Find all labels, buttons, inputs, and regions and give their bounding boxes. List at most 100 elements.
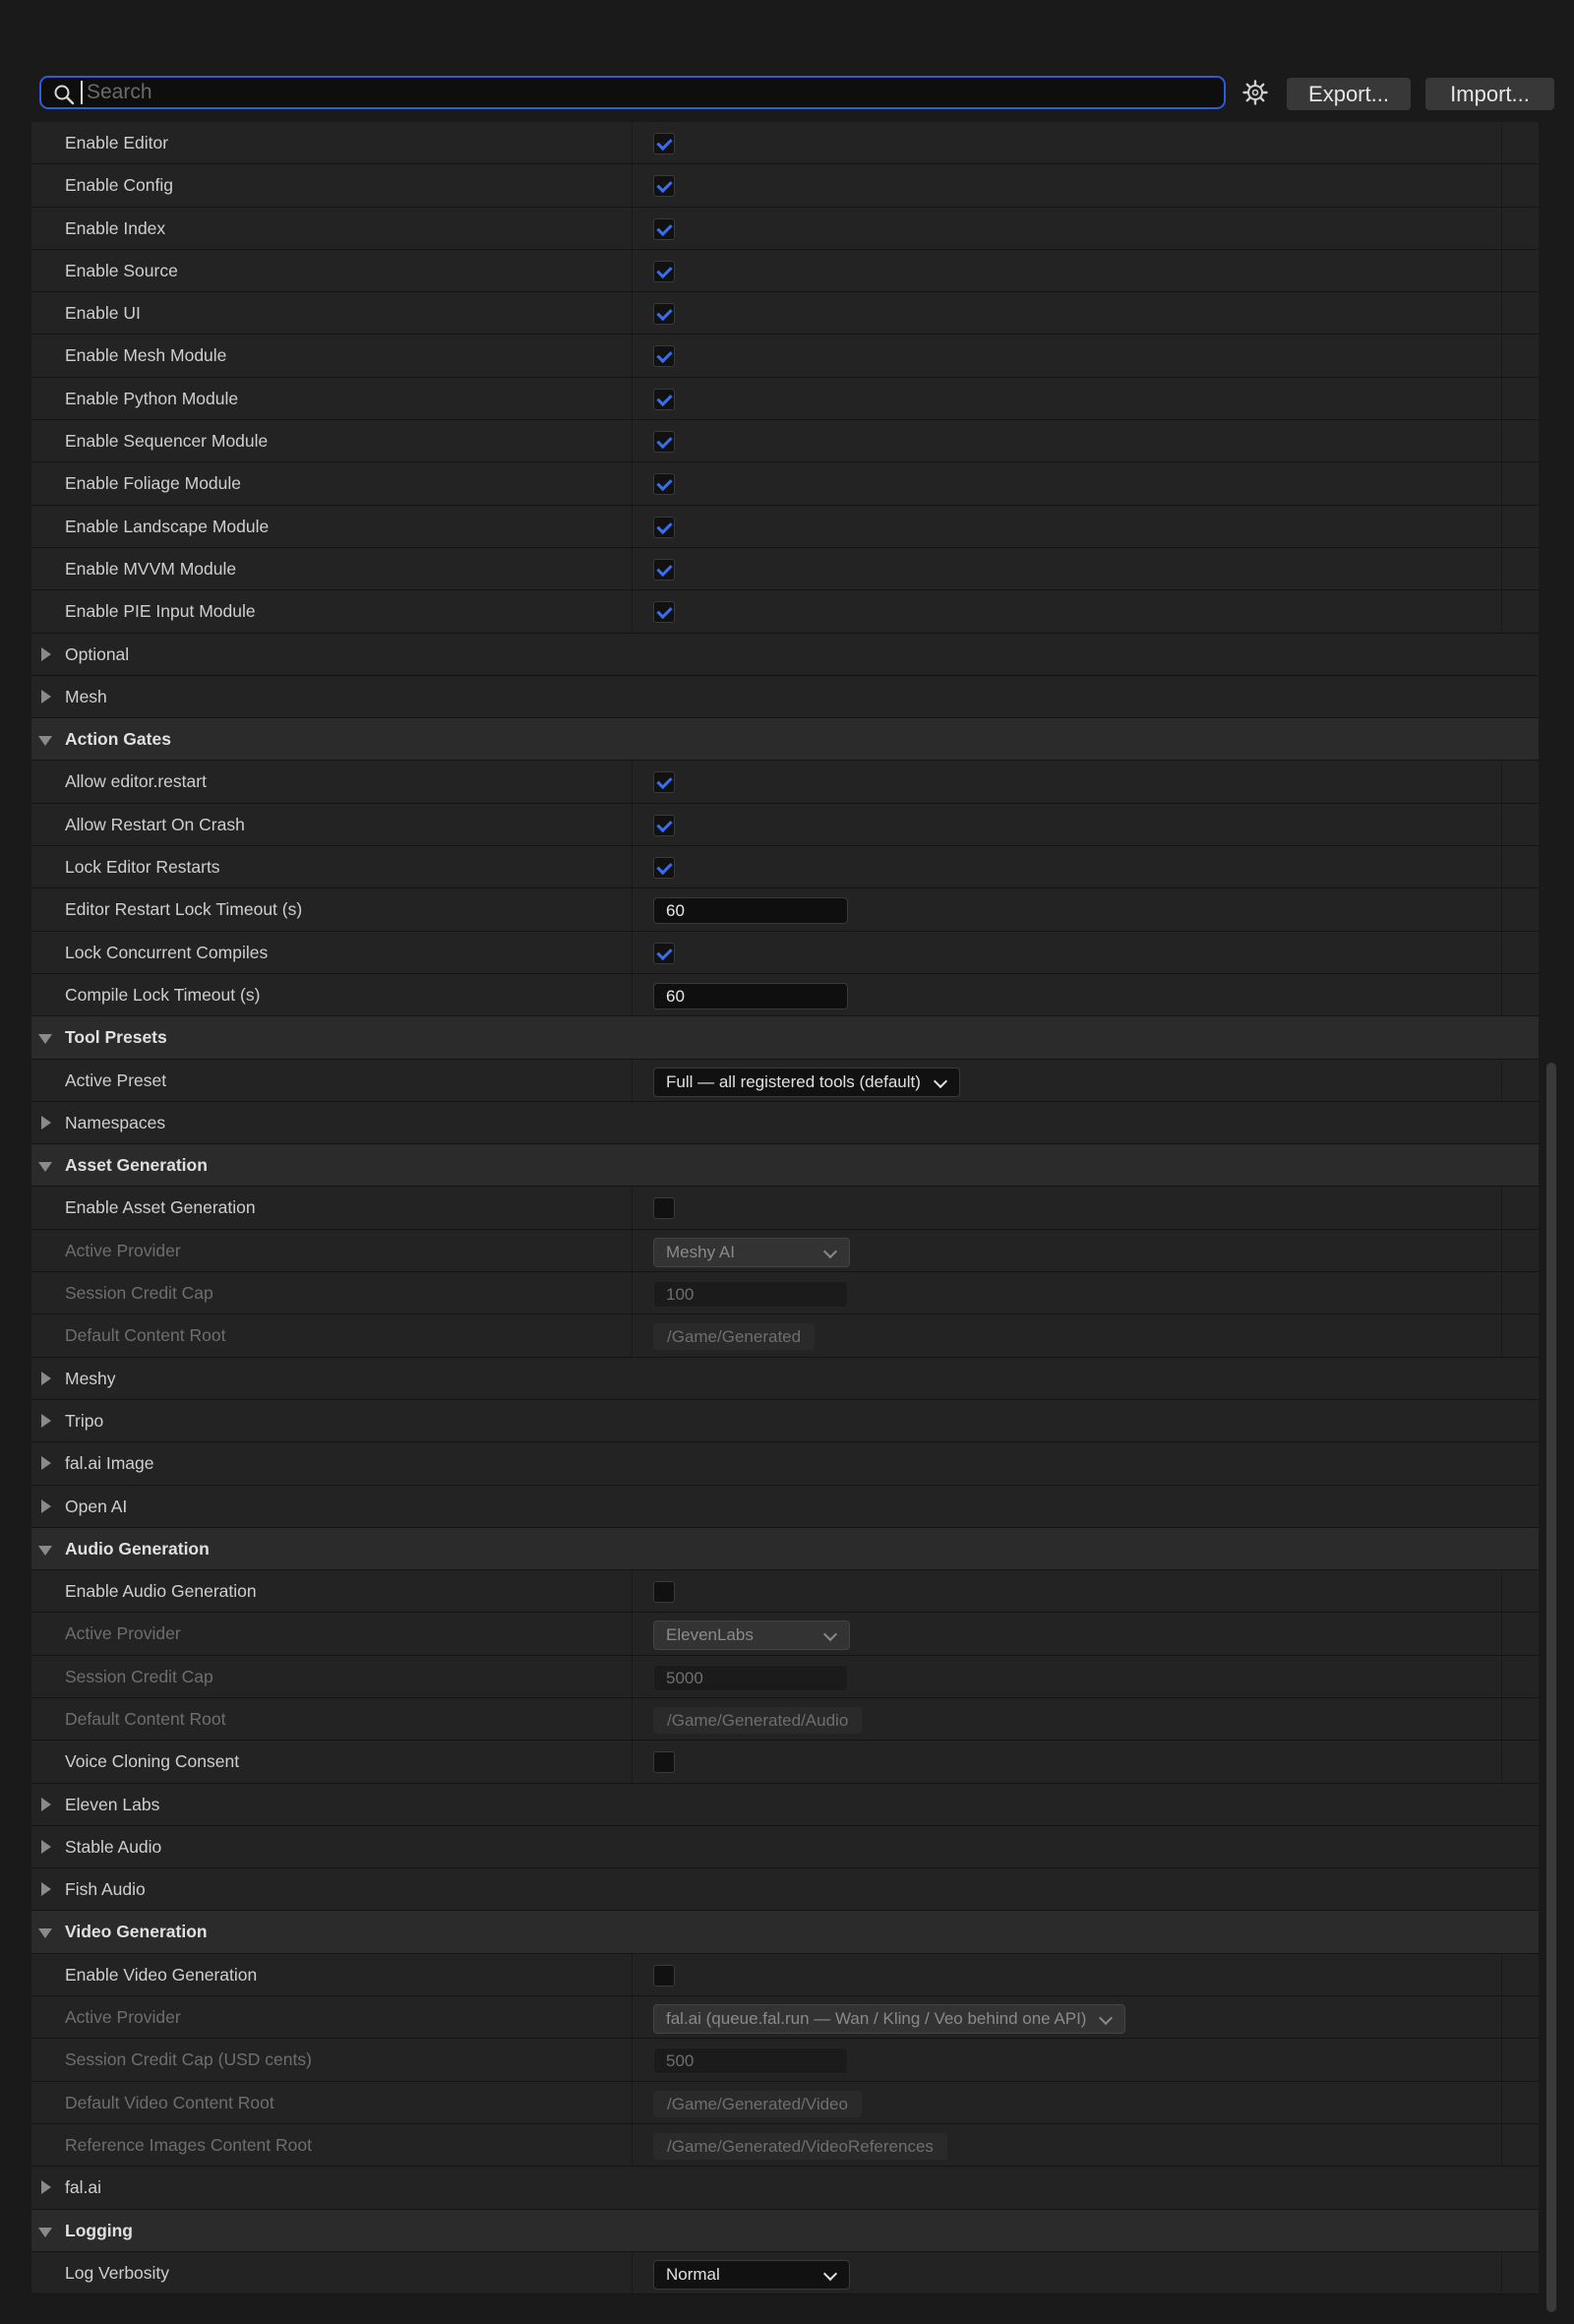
column-divider[interactable] xyxy=(632,292,633,335)
checkbox[interactable] xyxy=(653,1197,675,1220)
expand-arrow-down-icon[interactable] xyxy=(38,1545,52,1556)
expand-arrow-down-icon[interactable] xyxy=(38,1162,52,1173)
group-tripo[interactable]: Tripo xyxy=(31,1399,1539,1443)
checkbox[interactable] xyxy=(653,388,675,410)
column-divider[interactable] xyxy=(632,1570,633,1613)
expand-arrow-right-icon[interactable] xyxy=(41,1882,51,1897)
expand-arrow-down-icon[interactable] xyxy=(38,736,52,747)
group-eleven-labs[interactable]: Eleven Labs xyxy=(31,1783,1539,1826)
column-divider[interactable] xyxy=(632,2251,633,2294)
group-namespaces[interactable]: Namespaces xyxy=(31,1101,1539,1145)
column-divider[interactable] xyxy=(632,1229,633,1272)
column-divider[interactable] xyxy=(632,1315,633,1357)
column-divider[interactable] xyxy=(632,1272,633,1315)
dropdown[interactable]: Full — all registered tools (default) xyxy=(653,1067,960,1097)
column-divider[interactable] xyxy=(632,590,633,633)
column-divider[interactable] xyxy=(632,2081,633,2123)
category-tool-presets[interactable]: Tool Presets xyxy=(31,1016,1539,1060)
column-divider[interactable] xyxy=(632,1741,633,1783)
column-divider[interactable] xyxy=(632,846,633,888)
checkbox[interactable] xyxy=(653,558,675,581)
group-open-ai[interactable]: Open AI xyxy=(31,1485,1539,1528)
checkbox[interactable] xyxy=(653,601,675,624)
group-mesh[interactable]: Mesh xyxy=(31,675,1539,719)
dropdown[interactable]: Normal xyxy=(653,2259,850,2290)
expand-arrow-right-icon[interactable] xyxy=(41,2180,51,2195)
column-divider[interactable] xyxy=(632,335,633,377)
checkbox[interactable] xyxy=(653,1581,675,1604)
checkbox[interactable] xyxy=(653,814,675,836)
expand-arrow-down-icon[interactable] xyxy=(38,2227,52,2237)
dropdown: fal.ai (queue.fal.run — Wan / Kling / Ve… xyxy=(653,2004,1125,2035)
category-asset-generation[interactable]: Asset Generation xyxy=(31,1144,1539,1188)
group-fish-audio[interactable]: Fish Audio xyxy=(31,1868,1539,1912)
column-divider[interactable] xyxy=(632,249,633,292)
column-divider[interactable] xyxy=(632,1953,633,1996)
column-divider[interactable] xyxy=(632,462,633,505)
search-box[interactable] xyxy=(39,76,1226,109)
checkbox[interactable] xyxy=(653,857,675,880)
checkbox[interactable] xyxy=(653,303,675,326)
column-divider[interactable] xyxy=(632,420,633,462)
column-divider[interactable] xyxy=(632,2039,633,2081)
column-divider[interactable] xyxy=(632,1697,633,1741)
column-divider[interactable] xyxy=(632,207,633,249)
column-divider[interactable] xyxy=(632,1996,633,2039)
column-divider[interactable] xyxy=(632,1613,633,1655)
category-action-gates[interactable]: Action Gates xyxy=(31,718,1539,762)
category-audio-generation[interactable]: Audio Generation xyxy=(31,1527,1539,1571)
category-logging[interactable]: Logging xyxy=(31,2209,1539,2252)
column-divider[interactable] xyxy=(632,1187,633,1229)
checkbox[interactable] xyxy=(653,942,675,964)
expand-arrow-right-icon[interactable] xyxy=(41,1456,51,1471)
column-divider[interactable] xyxy=(632,761,633,803)
checkbox[interactable] xyxy=(653,217,675,240)
column-divider[interactable] xyxy=(632,505,633,547)
checkbox[interactable] xyxy=(653,771,675,794)
column-divider[interactable] xyxy=(632,547,633,590)
column-divider[interactable] xyxy=(632,1059,633,1101)
expand-arrow-right-icon[interactable] xyxy=(41,646,51,661)
column-divider[interactable] xyxy=(632,931,633,973)
group-fal-ai[interactable]: fal.ai xyxy=(31,2167,1539,2210)
import-button[interactable]: Import... xyxy=(1425,78,1554,110)
checkbox[interactable] xyxy=(653,1751,675,1774)
column-divider[interactable] xyxy=(632,803,633,846)
expand-arrow-right-icon[interactable] xyxy=(41,1498,51,1513)
gear-icon[interactable] xyxy=(1241,79,1269,106)
expand-arrow-right-icon[interactable] xyxy=(41,689,51,703)
column-divider[interactable] xyxy=(632,164,633,207)
group-fal-ai-image[interactable]: fal.ai Image xyxy=(31,1442,1539,1486)
column-divider[interactable] xyxy=(632,377,633,420)
checkbox[interactable] xyxy=(653,473,675,496)
group-optional[interactable]: Optional xyxy=(31,633,1539,676)
column-divider[interactable] xyxy=(632,2123,633,2167)
expand-arrow-down-icon[interactable] xyxy=(38,1928,52,1939)
number-field[interactable]: 60 xyxy=(653,982,848,1009)
setting-label: Reference Images Content Root xyxy=(65,2134,312,2155)
checkbox[interactable] xyxy=(653,175,675,198)
group-stable-audio[interactable]: Stable Audio xyxy=(31,1825,1539,1869)
expand-arrow-right-icon[interactable] xyxy=(41,1371,51,1385)
checkbox[interactable] xyxy=(653,133,675,154)
column-divider[interactable] xyxy=(632,122,633,164)
group-meshy[interactable]: Meshy xyxy=(31,1357,1539,1400)
expand-arrow-right-icon[interactable] xyxy=(41,1413,51,1428)
expand-arrow-down-icon[interactable] xyxy=(38,1034,52,1045)
export-button[interactable]: Export... xyxy=(1287,78,1411,110)
checkbox[interactable] xyxy=(653,431,675,454)
expand-arrow-right-icon[interactable] xyxy=(41,1839,51,1854)
scrollbar-thumb[interactable] xyxy=(1546,1063,1556,2312)
expand-arrow-right-icon[interactable] xyxy=(41,1797,51,1811)
search-input[interactable] xyxy=(81,81,1218,104)
column-divider[interactable] xyxy=(632,1655,633,1697)
column-divider[interactable] xyxy=(632,973,633,1016)
checkbox[interactable] xyxy=(653,260,675,282)
checkbox[interactable] xyxy=(653,1964,675,1987)
category-video-generation[interactable]: Video Generation xyxy=(31,1911,1539,1954)
checkbox[interactable] xyxy=(653,345,675,368)
expand-arrow-right-icon[interactable] xyxy=(41,1115,51,1130)
column-divider[interactable] xyxy=(632,888,633,931)
number-field[interactable]: 60 xyxy=(653,897,848,925)
checkbox[interactable] xyxy=(653,516,675,538)
